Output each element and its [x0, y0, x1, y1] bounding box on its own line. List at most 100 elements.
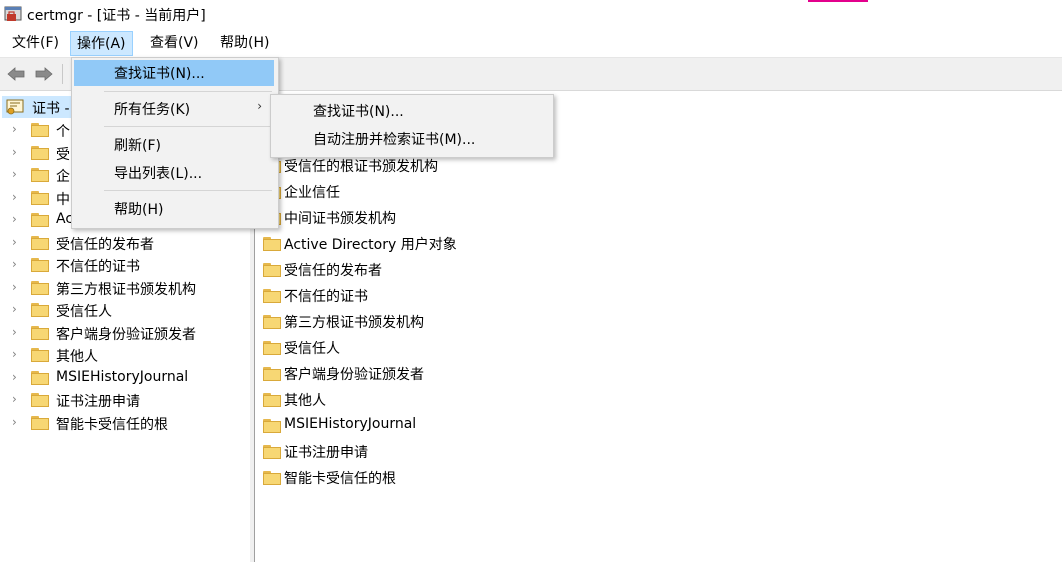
chevron-right-icon[interactable]: ›	[12, 257, 17, 271]
tree-node[interactable]: › 智能卡受信任的根	[0, 412, 248, 434]
folder-icon	[31, 213, 49, 227]
tree-node-label: 其他人	[56, 349, 98, 365]
list-item-label: 受信任的发布者	[284, 263, 382, 279]
folder-icon	[31, 258, 49, 272]
window-title: certmgr - [证书 - 当前用户]	[27, 8, 206, 24]
list-item-label: 受信任的根证书颁发机构	[284, 159, 438, 175]
menu-item-label: 查找证书(N)...	[114, 66, 205, 82]
list-item-label: Active Directory 用户对象	[284, 237, 457, 253]
tree-node-label: 企	[56, 169, 70, 185]
menu-help[interactable]: 帮助(H)	[214, 31, 275, 56]
chevron-right-icon[interactable]: ›	[12, 122, 17, 136]
list-item[interactable]: 企业信任	[261, 180, 661, 204]
all-tasks-submenu: 查找证书(N)... 自动注册并检索证书(M)...	[270, 94, 554, 158]
tree-node-label: 中	[56, 192, 70, 208]
menu-item-refresh[interactable]: 刷新(F)	[74, 132, 274, 158]
folder-icon	[263, 419, 281, 433]
list-item[interactable]: 客户端身份验证颁发者	[261, 362, 661, 386]
certificate-store-icon	[6, 99, 24, 115]
submenu-arrow-icon: ›	[257, 99, 262, 113]
folder-icon	[31, 123, 49, 137]
chevron-right-icon[interactable]: ›	[12, 167, 17, 181]
list-item-label: 受信任人	[284, 341, 340, 357]
chevron-right-icon[interactable]: ›	[12, 235, 17, 249]
folder-icon	[263, 263, 281, 277]
chevron-right-icon[interactable]: ›	[12, 415, 17, 429]
chevron-right-icon[interactable]: ›	[12, 370, 17, 384]
list-item[interactable]: Active Directory 用户对象	[261, 232, 661, 256]
menu-file[interactable]: 文件(F)	[6, 31, 65, 56]
tree-node[interactable]: › 受信任人	[0, 299, 248, 321]
chevron-right-icon[interactable]: ›	[12, 392, 17, 406]
folder-icon	[263, 471, 281, 485]
folder-icon	[31, 371, 49, 385]
menu-item-label: 所有任务(K)	[114, 102, 191, 118]
tree-node[interactable]: › 证书注册申请	[0, 389, 248, 411]
tree-node-label: 不信任的证书	[56, 259, 140, 275]
list-item[interactable]: 第三方根证书颁发机构	[261, 310, 661, 334]
action-menu: 查找证书(N)... 所有任务(K) › 刷新(F) 导出列表(L)... 帮助…	[71, 57, 279, 229]
list-item[interactable]: 受信任人	[261, 336, 661, 360]
submenu-item-auto-enroll[interactable]: 自动注册并检索证书(M)...	[273, 126, 549, 152]
list-item-label: 企业信任	[284, 185, 340, 201]
folder-icon	[31, 416, 49, 430]
folder-icon	[31, 168, 49, 182]
list-item[interactable]: 受信任的发布者	[261, 258, 661, 282]
submenu-item-find-certificate[interactable]: 查找证书(N)...	[273, 98, 549, 124]
list-item-label: 智能卡受信任的根	[284, 471, 396, 487]
toolbar-separator	[62, 64, 63, 84]
list-item[interactable]: 智能卡受信任的根	[261, 466, 661, 490]
menu-item-export-list[interactable]: 导出列表(L)...	[74, 160, 274, 186]
menu-item-all-tasks[interactable]: 所有任务(K) ›	[74, 96, 274, 122]
list-item-label: 客户端身份验证颁发者	[284, 367, 424, 383]
folder-icon	[263, 393, 281, 407]
list-item[interactable]: 不信任的证书	[261, 284, 661, 308]
tree-node[interactable]: › 受信任的发布者	[0, 232, 248, 254]
folder-icon	[263, 367, 281, 381]
menu-item-find-certificate[interactable]: 查找证书(N)...	[74, 60, 274, 86]
folder-icon	[263, 289, 281, 303]
tree-node-label: 受信任人	[56, 304, 112, 320]
list-item-label: 证书注册申请	[284, 445, 368, 461]
chevron-right-icon[interactable]: ›	[12, 145, 17, 159]
chevron-right-icon[interactable]: ›	[12, 280, 17, 294]
list-item[interactable]: 证书注册申请	[261, 440, 661, 464]
chevron-right-icon[interactable]: ›	[12, 347, 17, 361]
certmgr-icon	[4, 6, 22, 21]
folder-icon	[263, 237, 281, 251]
tree-node[interactable]: › 不信任的证书	[0, 254, 248, 276]
chevron-right-icon[interactable]: ›	[12, 325, 17, 339]
menu-item-help[interactable]: 帮助(H)	[74, 196, 274, 222]
folder-icon	[31, 393, 49, 407]
tree-node[interactable]: › 客户端身份验证颁发者	[0, 322, 248, 344]
list-item[interactable]: 中间证书颁发机构	[261, 206, 661, 230]
tree-node-label: 证书注册申请	[56, 394, 140, 410]
chevron-right-icon[interactable]: ›	[12, 212, 17, 226]
folder-icon	[263, 315, 281, 329]
chevron-right-icon[interactable]: ›	[12, 302, 17, 316]
tree-node[interactable]: › 其他人	[0, 344, 248, 366]
tree-node-label: 第三方根证书颁发机构	[56, 282, 196, 298]
tree-node[interactable]: › 第三方根证书颁发机构	[0, 277, 248, 299]
menu-action[interactable]: 操作(A)	[70, 31, 133, 56]
tree-node[interactable]: › MSIEHistoryJournal	[0, 367, 248, 389]
menu-view[interactable]: 查看(V)	[144, 31, 205, 56]
accent-strip	[808, 0, 868, 2]
list-pane[interactable]: 受信任的根证书颁发机构 企业信任 中间证书颁发机构 Active Directo…	[255, 92, 1062, 562]
list-item[interactable]: MSIEHistoryJournal	[261, 414, 661, 438]
folder-icon	[31, 281, 49, 295]
chevron-right-icon[interactable]: ›	[12, 190, 17, 204]
menu-item-label: 查找证书(N)...	[313, 104, 404, 120]
folder-icon	[31, 348, 49, 362]
menu-separator	[104, 126, 272, 127]
tree-node-label: 客户端身份验证颁发者	[56, 327, 196, 343]
title-bar: certmgr - [证书 - 当前用户]	[0, 0, 1062, 30]
list-item-label: 不信任的证书	[284, 289, 368, 305]
menu-separator	[104, 190, 272, 191]
tree-root-label: 证书 -	[32, 101, 70, 117]
forward-arrow-icon[interactable]	[34, 64, 54, 84]
tree-node-label: 智能卡受信任的根	[56, 417, 168, 433]
back-arrow-icon[interactable]	[6, 64, 26, 84]
list-item[interactable]: 其他人	[261, 388, 661, 412]
list-item-label: 第三方根证书颁发机构	[284, 315, 424, 331]
